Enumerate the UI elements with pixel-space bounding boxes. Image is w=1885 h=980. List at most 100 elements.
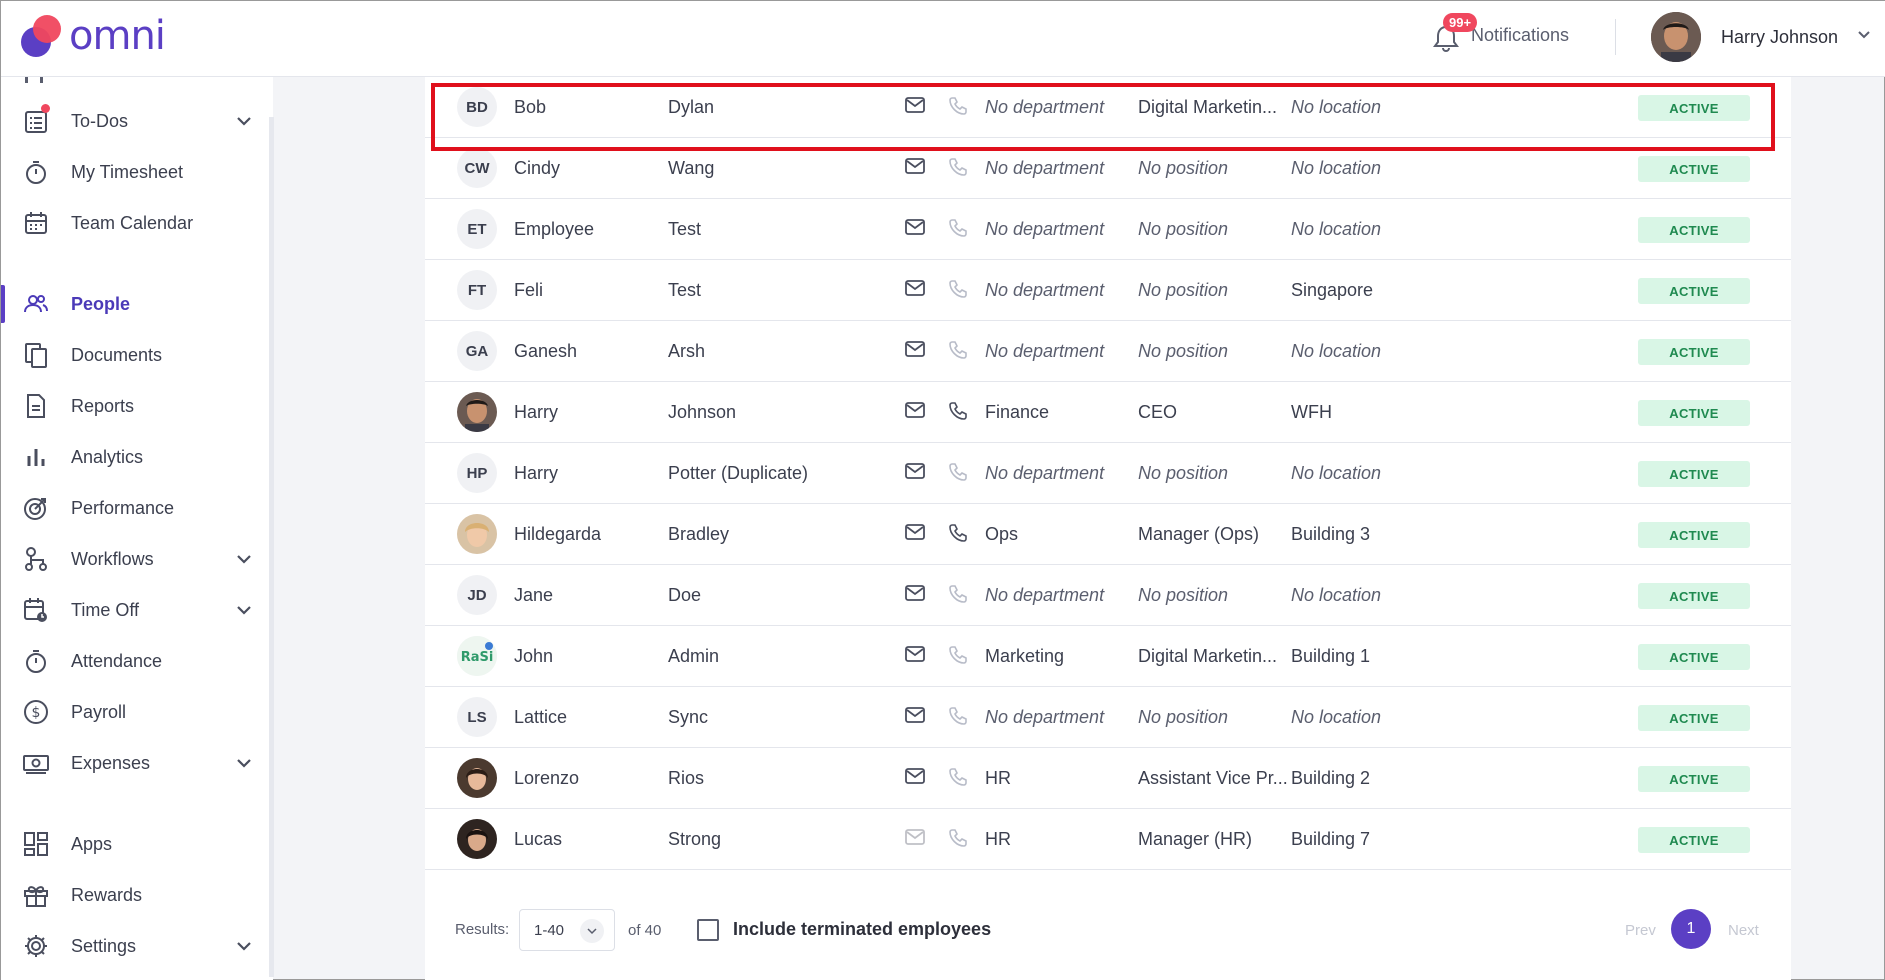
first-name[interactable]: Hildegarda [514, 524, 601, 545]
sidebar-item-attendance[interactable]: Attendance [1, 638, 269, 684]
email-icon[interactable] [905, 707, 925, 728]
email-icon[interactable] [905, 585, 925, 606]
last-name[interactable]: Dylan [668, 97, 714, 118]
employee-avatar[interactable]: JD [457, 575, 497, 615]
last-name[interactable]: Test [668, 219, 701, 240]
sidebar-item-todos[interactable]: To-Dos [1, 98, 269, 144]
sidebar-item-settings[interactable]: Settings [1, 923, 269, 969]
sidebar-item-time-off[interactable]: Time Off [1, 587, 269, 633]
email-icon[interactable] [905, 646, 925, 667]
email-icon[interactable] [905, 768, 925, 789]
chevron-down-icon[interactable] [1857, 27, 1871, 46]
table-row[interactable]: HP Harry Potter (Duplicate) No department No… [425, 443, 1791, 504]
omni-logo[interactable]: omni [19, 13, 166, 59]
table-row[interactable]: JD Jane Doe No department No position No loca… [425, 565, 1791, 626]
phone-icon[interactable] [948, 462, 968, 487]
first-name[interactable]: Ganesh [514, 341, 577, 362]
employee-avatar[interactable]: HP [457, 453, 497, 493]
table-row[interactable]: FT Feli Test No department No position Singap… [425, 260, 1791, 321]
sidebar-item-performance[interactable]: Performance [1, 485, 269, 531]
table-row[interactable]: Lorenzo Rios HR Assistant Vice Pr... Buildin… [425, 748, 1791, 809]
employee-avatar[interactable]: BD [457, 87, 497, 127]
phone-icon[interactable] [948, 828, 968, 853]
phone-icon[interactable] [948, 157, 968, 182]
employee-avatar[interactable]: CW [457, 148, 497, 188]
email-icon[interactable] [905, 829, 925, 850]
sidebar-item-expenses[interactable]: Expenses [1, 740, 269, 786]
page-size-select[interactable]: 1-40 [519, 909, 615, 951]
first-name[interactable]: Feli [514, 280, 543, 301]
sidebar-item-rewards[interactable]: Rewards [1, 872, 269, 918]
user-name[interactable]: Harry Johnson [1721, 27, 1838, 48]
email-icon[interactable] [905, 463, 925, 484]
table-row[interactable]: CW Cindy Wang No department No position No lo… [425, 138, 1791, 199]
user-avatar[interactable] [1651, 12, 1701, 62]
employee-avatar[interactable]: GA [457, 331, 497, 371]
chevron-down-icon[interactable] [235, 601, 253, 624]
email-icon[interactable] [905, 97, 925, 118]
table-row[interactable]: RaSi John Admin Marketing Digital Marketin..… [425, 626, 1791, 687]
phone-icon[interactable] [948, 584, 968, 609]
sidebar-item-people[interactable]: People [1, 281, 269, 327]
table-row[interactable]: BD Bob Dylan No department Digital Marketin.… [425, 77, 1791, 138]
sidebar-item-workflows[interactable]: Workflows [1, 536, 269, 582]
table-row[interactable]: ET Employee Test No department No position No… [425, 199, 1791, 260]
chevron-down-icon[interactable] [235, 937, 253, 960]
table-row[interactable]: Harry Johnson Finance CEO WFH ACTIVE [425, 382, 1791, 443]
sidebar-scrollbar[interactable] [269, 117, 274, 977]
phone-icon[interactable] [948, 767, 968, 792]
first-name[interactable]: Bob [514, 97, 546, 118]
table-row[interactable]: GA Ganesh Arsh No department No position No l… [425, 321, 1791, 382]
sidebar-item-team-calendar[interactable]: Team Calendar [1, 200, 269, 246]
email-icon[interactable] [905, 158, 925, 179]
sidebar-item-analytics[interactable]: Analytics [1, 434, 269, 480]
page-1-button[interactable]: 1 [1671, 909, 1711, 949]
last-name[interactable]: Sync [668, 707, 708, 728]
last-name[interactable]: Bradley [668, 524, 729, 545]
first-name[interactable]: Jane [514, 585, 553, 606]
last-name[interactable]: Johnson [668, 402, 736, 423]
phone-icon[interactable] [948, 706, 968, 731]
chevron-down-icon[interactable] [235, 112, 253, 135]
phone-icon[interactable] [948, 645, 968, 670]
sidebar-item-reports[interactable]: Reports [1, 383, 269, 429]
chevron-down-icon[interactable] [235, 550, 253, 573]
table-row[interactable]: Hildegarda Bradley Ops Manager (Ops) Buildin… [425, 504, 1791, 565]
phone-icon[interactable] [948, 340, 968, 365]
phone-icon[interactable] [948, 401, 968, 426]
phone-icon[interactable] [948, 523, 968, 548]
phone-icon[interactable] [948, 279, 968, 304]
next-page-button[interactable]: Next [1728, 922, 1759, 939]
last-name[interactable]: Doe [668, 585, 701, 606]
notifications-button[interactable]: 99+ Notifications [1431, 13, 1569, 55]
email-icon[interactable] [905, 341, 925, 362]
last-name[interactable]: Potter (Duplicate) [668, 463, 808, 484]
employee-avatar[interactable] [457, 514, 497, 554]
employee-avatar[interactable]: FT [457, 270, 497, 310]
include-terminated-label[interactable]: Include terminated employees [733, 919, 991, 940]
sidebar-item-documents[interactable]: Documents [1, 332, 269, 378]
last-name[interactable]: Arsh [668, 341, 705, 362]
first-name[interactable]: Lattice [514, 707, 567, 728]
first-name[interactable]: Cindy [514, 158, 560, 179]
last-name[interactable]: Test [668, 280, 701, 301]
email-icon[interactable] [905, 524, 925, 545]
first-name[interactable]: Employee [514, 219, 594, 240]
email-icon[interactable] [905, 219, 925, 240]
last-name[interactable]: Rios [668, 768, 704, 789]
sidebar-item-payroll[interactable]: $ Payroll [1, 689, 269, 735]
table-row[interactable]: LS Lattice Sync No department No position No … [425, 687, 1791, 748]
first-name[interactable]: Harry [514, 463, 558, 484]
last-name[interactable]: Wang [668, 158, 714, 179]
employee-avatar[interactable]: LS [457, 697, 497, 737]
sidebar-item-my-timesheet[interactable]: My Timesheet [1, 149, 269, 195]
phone-icon[interactable] [948, 96, 968, 121]
last-name[interactable]: Strong [668, 829, 721, 850]
email-icon[interactable] [905, 280, 925, 301]
employee-avatar[interactable] [457, 758, 497, 798]
first-name[interactable]: Harry [514, 402, 558, 423]
last-name[interactable]: Admin [668, 646, 719, 667]
first-name[interactable]: Lucas [514, 829, 562, 850]
employee-avatar[interactable] [457, 392, 497, 432]
table-row[interactable]: Lucas Strong HR Manager (HR) Building 7 ACTIV… [425, 809, 1791, 870]
